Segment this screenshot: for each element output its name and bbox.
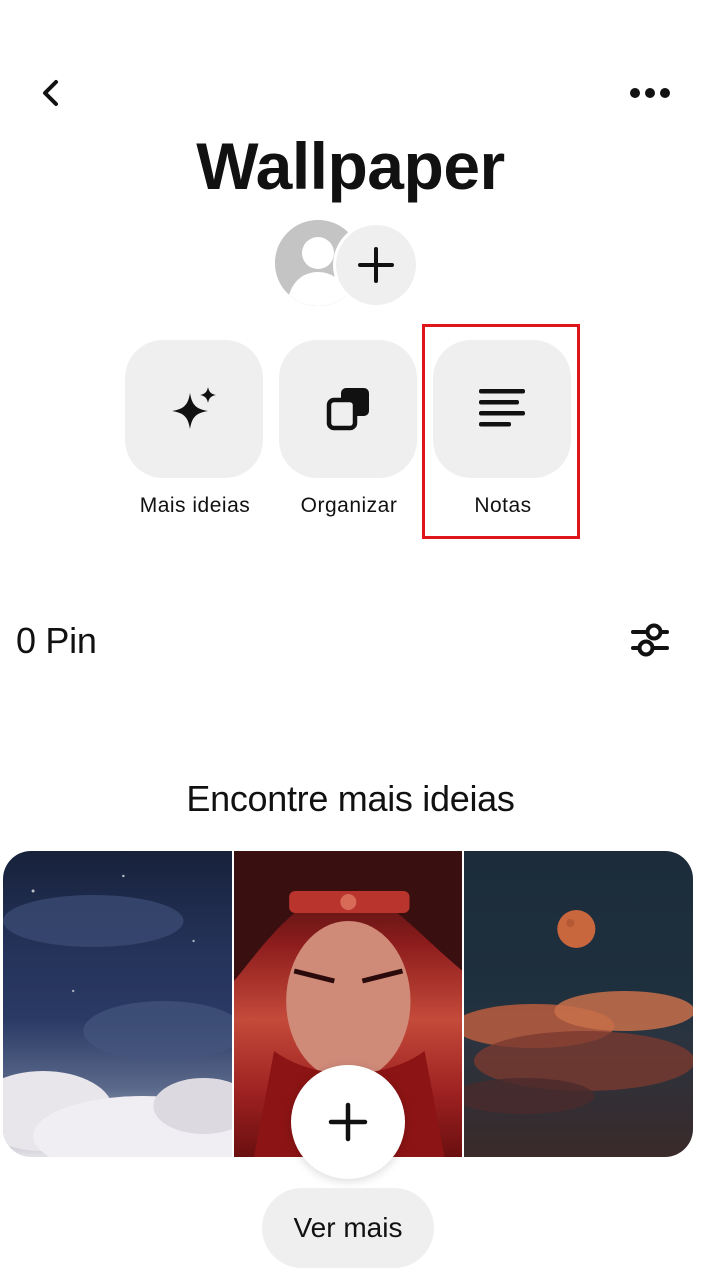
night-clouds-image[interactable] <box>3 851 232 1157</box>
see-more-label: Ver mais <box>293 1212 403 1243</box>
add-pin-button[interactable] <box>291 1065 405 1179</box>
action-more-ideas[interactable]: Mais ideias <box>125 340 265 518</box>
more-ideas-title: Encontre mais ideias <box>186 778 515 819</box>
more-horizontal-icon <box>630 88 670 98</box>
organize-button[interactable] <box>279 340 417 478</box>
organize-label: Organizar <box>300 494 398 517</box>
pin-count: 0 Pin <box>16 620 97 661</box>
plus-icon <box>328 1102 368 1142</box>
highlight-box <box>422 324 580 539</box>
see-more-button[interactable]: Ver mais <box>262 1188 434 1268</box>
filter-button[interactable] <box>622 614 678 666</box>
plus-icon <box>358 247 394 283</box>
add-collaborator-button[interactable] <box>333 222 419 308</box>
more-options-button[interactable] <box>622 70 678 116</box>
board-title: Wallpaper <box>196 129 505 203</box>
organize-icon <box>326 388 369 431</box>
action-organize[interactable]: Organizar <box>279 340 419 518</box>
chevron-left-icon <box>43 80 58 106</box>
more-ideas-button[interactable] <box>125 340 263 478</box>
back-button[interactable] <box>28 70 74 116</box>
sliders-icon <box>631 623 669 657</box>
sparkle-icon <box>172 387 216 429</box>
moon-clouds-image[interactable] <box>464 851 693 1157</box>
more-ideas-label: Mais ideias <box>139 494 251 517</box>
